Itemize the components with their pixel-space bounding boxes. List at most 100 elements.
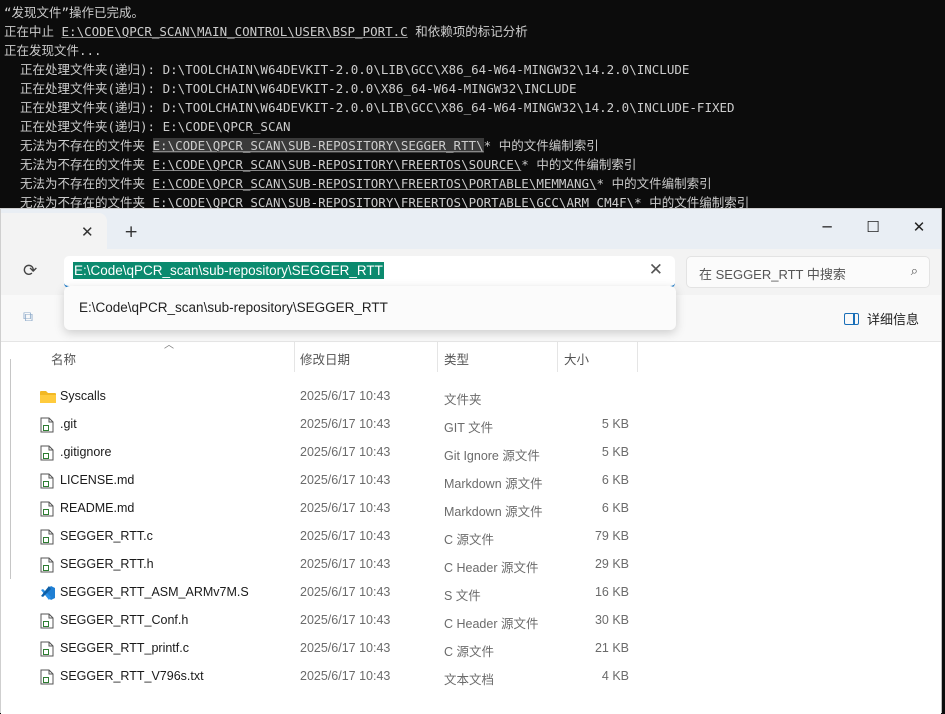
file-name: Syscalls [60, 389, 106, 403]
tab-bar: ✕ + ─ ☐ ✕ [1, 209, 941, 249]
file-size: 6 KB [601, 473, 629, 487]
details-label: 详细信息 [866, 312, 919, 327]
address-suggestion-item[interactable]: E:\Code\qPCR_scan\sub-repository\SEGGER_… [79, 300, 388, 315]
new-tab-button[interactable]: + [124, 222, 138, 242]
column-header-type[interactable]: 类型 [444, 349, 469, 368]
file-icon [40, 557, 54, 573]
file-type: C 源文件 [444, 533, 495, 547]
refresh-icon[interactable]: ⟳ [23, 261, 37, 281]
file-row[interactable]: SEGGER_RTT_Conf.h 2025/6/17 10:43 C Header… [31, 607, 641, 635]
file-size: 6 KB [601, 501, 629, 515]
file-size: 29 KB [594, 557, 629, 571]
file-icon [40, 613, 54, 629]
file-date: 2025/6/17 10:43 [300, 641, 391, 655]
minimize-button[interactable]: ─ [804, 213, 850, 241]
maximize-button[interactable]: ☐ [850, 213, 896, 241]
file-size: 4 KB [601, 669, 629, 683]
column-divider[interactable] [557, 342, 558, 372]
column-header-size[interactable]: 大小 [564, 349, 589, 368]
file-icon [40, 445, 54, 461]
file-row[interactable]: SEGGER_RTT_printf.c 2025/6/17 10:43 C 源文件 2… [31, 635, 641, 663]
vscode-file-icon [40, 585, 55, 601]
search-input[interactable]: 在 SEGGER_RTT 中搜索 [699, 264, 846, 283]
file-row[interactable]: SEGGER_RTT_ASM_ARMv7M.S 2025/6/17 10:43 S … [31, 579, 641, 607]
file-icon [40, 669, 54, 685]
file-size: 30 KB [594, 613, 629, 627]
file-type: C Header 源文件 [444, 561, 539, 575]
file-date: 2025/6/17 10:43 [300, 585, 391, 599]
address-suggestion-dropdown: E:\Code\qPCR_scan\sub-repository\SEGGER_… [64, 286, 676, 330]
file-list: 名称 ︿ 修改日期 类型 大小 Syscalls 2025/6/17 10:43 文… [1, 340, 941, 714]
column-header-name[interactable]: 名称 [51, 349, 76, 368]
terminal-line: 无法为不存在的文件夹 E:\CODE\QPCR_SCAN\SUB-REPOSIT… [20, 136, 599, 155]
file-name: SEGGER_RTT_ASM_ARMv7M.S [60, 585, 249, 599]
search-box[interactable]: 在 SEGGER_RTT 中搜索 ⌕ [686, 256, 930, 288]
file-type: Git Ignore 源文件 [444, 449, 540, 463]
terminal-path: E:\CODE\QPCR_SCAN\SUB-REPOSITORY\FREERTO… [152, 176, 597, 191]
file-type: Markdown 源文件 [444, 477, 543, 491]
file-name: SEGGER_RTT.c [60, 529, 153, 543]
copy-icon[interactable]: ⧉ [23, 309, 33, 325]
file-icon [40, 501, 54, 517]
file-type: S 文件 [444, 589, 481, 603]
terminal-path-selected: E:\CODE\QPCR_SCAN\SUB-REPOSITORY\SEGGER_… [152, 138, 484, 153]
terminal-text: 和依赖项的标记分析 [407, 24, 528, 39]
address-input[interactable]: E:\Code\qPCR_scan\sub-repository\SEGGER_… [73, 262, 384, 279]
folder-icon [40, 389, 56, 405]
file-date: 2025/6/17 10:43 [300, 389, 391, 403]
file-date: 2025/6/17 10:43 [300, 473, 391, 487]
column-divider[interactable] [437, 342, 438, 372]
file-row[interactable]: README.md 2025/6/17 10:43 Markdown 源文件 6 KB [31, 495, 641, 523]
terminal-line: 正在处理文件夹(递归): D:\TOOLCHAIN\W64DEVKIT-2.0.… [20, 81, 577, 96]
explorer-tab[interactable]: ✕ [1, 213, 107, 249]
column-header-row: 名称 ︿ 修改日期 类型 大小 [1, 340, 941, 372]
file-name: SEGGER_RTT_Conf.h [60, 613, 189, 627]
details-pane-button[interactable]: 详细信息 [843, 309, 919, 328]
terminal-text: 无法为不存在的文件夹 [20, 157, 153, 172]
terminal-text: * 中的文件编制索引 [596, 176, 712, 191]
column-divider[interactable] [294, 342, 295, 372]
window-edge [10, 359, 11, 579]
file-row[interactable]: Syscalls 2025/6/17 10:43 文件夹 [31, 383, 641, 411]
file-row[interactable]: SEGGER_RTT_V796s.txt 2025/6/17 10:43 文本文档 4… [31, 663, 641, 691]
file-row[interactable]: SEGGER_RTT.h 2025/6/17 10:43 C Header 源文件 2… [31, 551, 641, 579]
file-size: 5 KB [601, 417, 629, 431]
file-row[interactable]: .git 2025/6/17 10:43 GIT 文件 5 KB [31, 411, 641, 439]
address-bar[interactable]: E:\Code\qPCR_scan\sub-repository\SEGGER_… [64, 256, 675, 288]
file-type: Markdown 源文件 [444, 505, 543, 519]
file-icon [40, 641, 54, 657]
column-divider[interactable] [637, 342, 638, 372]
file-name: LICENSE.md [60, 473, 135, 487]
file-date: 2025/6/17 10:43 [300, 501, 391, 515]
file-type: C Header 源文件 [444, 617, 539, 631]
column-header-date[interactable]: 修改日期 [300, 349, 350, 368]
file-date: 2025/6/17 10:43 [300, 557, 391, 571]
terminal-line: 正在处理文件夹(递归): E:\CODE\QPCR_SCAN [20, 119, 291, 134]
file-size: 79 KB [594, 529, 629, 543]
file-size: 5 KB [601, 445, 629, 459]
terminal-text: * 中的文件编制索引 [483, 138, 599, 153]
file-row[interactable]: .gitignore 2025/6/17 10:43 Git Ignore 源文件 5… [31, 439, 641, 467]
terminal-line: 无法为不存在的文件夹 E:\CODE\QPCR_SCAN\SUB-REPOSIT… [20, 155, 636, 174]
file-row[interactable]: SEGGER_RTT.c 2025/6/17 10:43 C 源文件 79 KB [31, 523, 641, 551]
terminal-line: 正在中止 E:\CODE\QPCR_SCAN\MAIN_CONTROL\USER… [4, 22, 528, 41]
clear-address-icon[interactable]: ✕ [649, 260, 663, 280]
terminal-line: 正在处理文件夹(递归): D:\TOOLCHAIN\W64DEVKIT-2.0.… [20, 100, 735, 115]
file-date: 2025/6/17 10:43 [300, 613, 391, 627]
file-type: 文件夹 [444, 393, 482, 407]
file-row[interactable]: LICENSE.md 2025/6/17 10:43 Markdown 源文件 6 K… [31, 467, 641, 495]
file-date: 2025/6/17 10:43 [300, 417, 391, 431]
file-explorer-window: ✕ + ─ ☐ ✕ ⟳ E:\Code\qPCR_scan\sub-reposi… [0, 208, 942, 714]
close-window-button[interactable]: ✕ [896, 213, 942, 241]
terminal-line: 正在发现文件... [4, 43, 102, 58]
file-type: C 源文件 [444, 645, 495, 659]
file-size: 21 KB [594, 641, 629, 655]
terminal-text: 正在中止 [4, 24, 62, 39]
close-tab-icon[interactable]: ✕ [81, 223, 94, 241]
file-date: 2025/6/17 10:43 [300, 529, 391, 543]
file-icon [40, 529, 54, 545]
search-icon[interactable]: ⌕ [911, 264, 918, 279]
terminal-line: “发现文件”操作已完成。 [4, 5, 145, 20]
file-icon [40, 417, 54, 433]
terminal-text: * 中的文件编制索引 [521, 157, 637, 172]
